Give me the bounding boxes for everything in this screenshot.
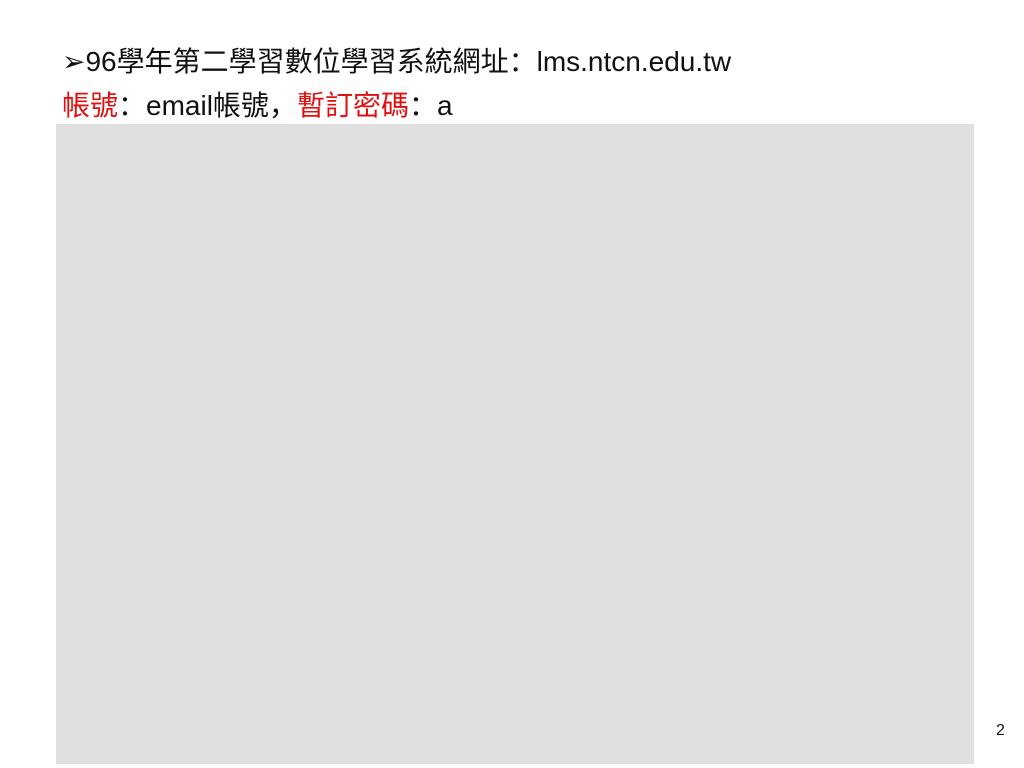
browser-window-screenshot xyxy=(56,124,974,764)
account-value: ：email帳號， xyxy=(118,90,297,121)
slide-number: 2 xyxy=(996,722,1005,739)
password-value: ：a xyxy=(408,90,453,121)
slide-heading-line-1: ➢96學年第二學習數位學習系統網址：lms.ntcn.edu.tw xyxy=(62,46,732,77)
slide-heading-line-2: 帳號：email帳號，暫訂密碼：a xyxy=(62,84,762,124)
password-label: 暫訂密碼 xyxy=(296,90,409,121)
account-label: 帳號 xyxy=(62,90,119,121)
